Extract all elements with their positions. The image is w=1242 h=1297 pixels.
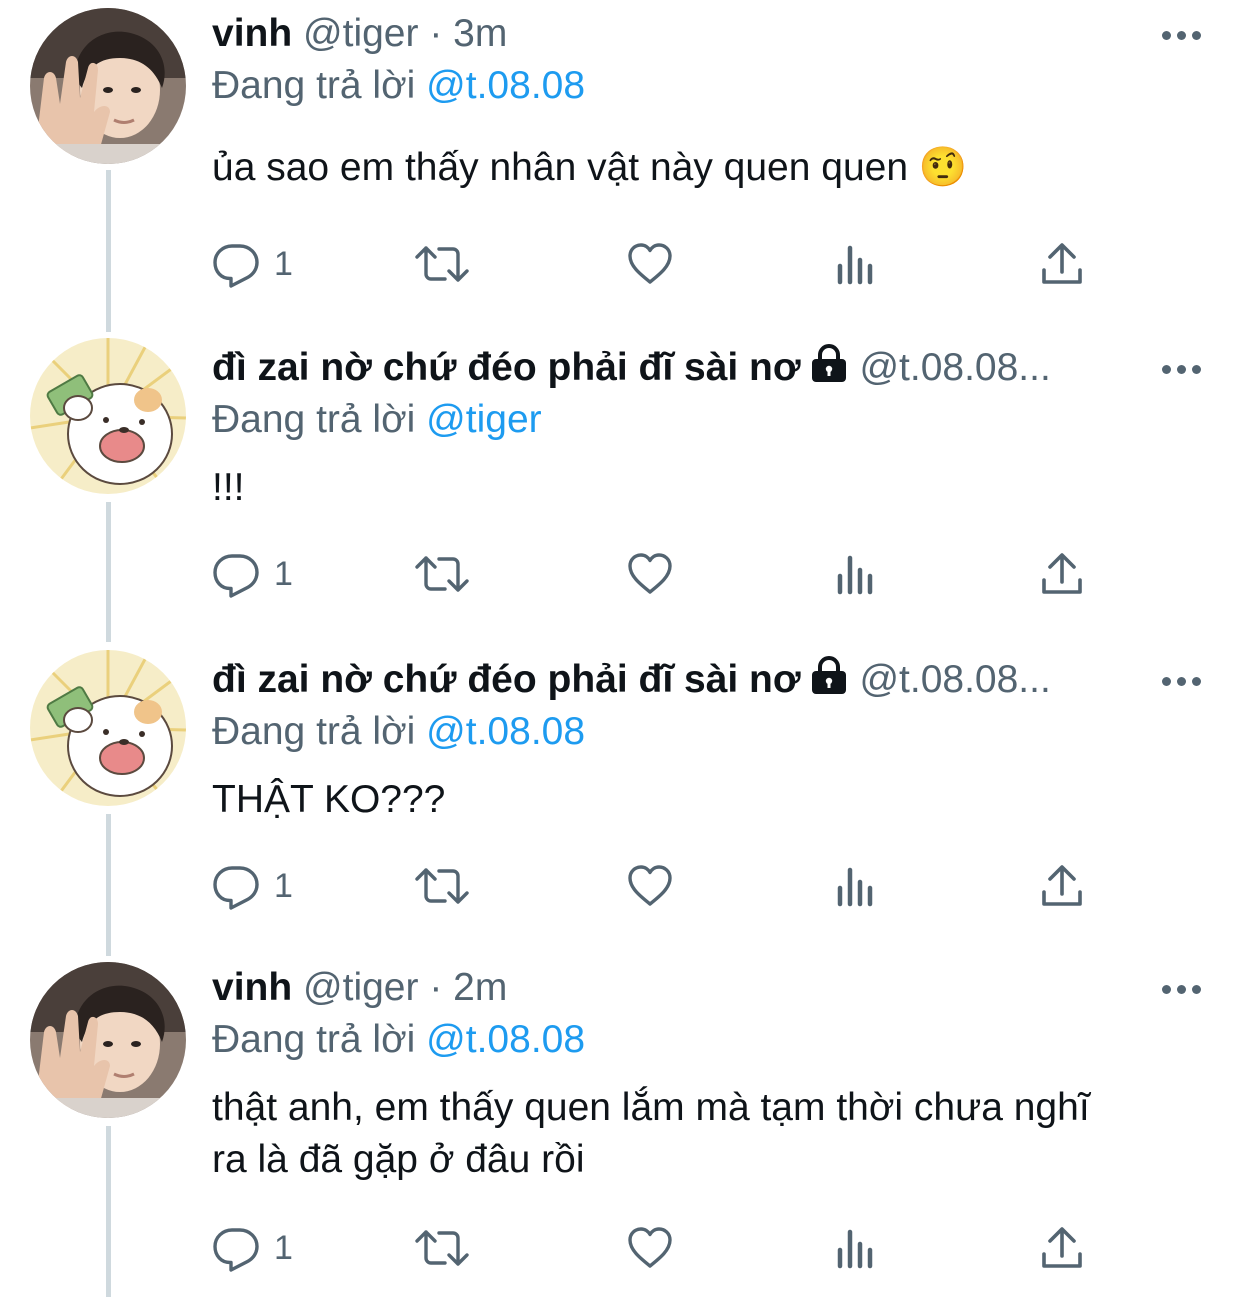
lock-icon xyxy=(809,344,849,384)
analytics-icon xyxy=(832,550,880,598)
reply-context: Đang trả lời @t.08.08 xyxy=(212,706,1202,758)
share-icon xyxy=(1038,550,1086,598)
retweet-button[interactable] xyxy=(414,1218,470,1278)
tweet-text: THẬT KO??? xyxy=(212,778,446,821)
tweet[interactable]: vinh @tiger · 3m Đang trả lời @t.08.08 ủ… xyxy=(0,0,1242,320)
retweet-icon xyxy=(414,1224,470,1272)
like-button[interactable] xyxy=(626,544,674,604)
more-options-icon[interactable] xyxy=(1162,344,1202,392)
reply-icon xyxy=(212,862,260,910)
retweet-icon xyxy=(414,550,470,598)
tweet-text: ủa sao em thấy nhân vật này quen quen 🤨 xyxy=(212,146,968,189)
views-button[interactable] xyxy=(832,544,880,604)
more-options-icon[interactable] xyxy=(1162,10,1202,58)
retweet-button[interactable] xyxy=(414,856,470,916)
reply-button[interactable]: 1 xyxy=(212,544,293,604)
analytics-icon xyxy=(832,1224,880,1272)
retweet-button[interactable] xyxy=(414,234,470,294)
tweet-text: thật anh, em thấy quen lắm mà tạm thời c… xyxy=(212,1082,1202,1186)
retweet-button[interactable] xyxy=(414,544,470,604)
heart-icon xyxy=(626,862,674,910)
separator: · xyxy=(429,12,443,55)
tweet-text: !!! xyxy=(212,466,245,509)
share-icon xyxy=(1038,862,1086,910)
analytics-icon xyxy=(832,240,880,288)
user-handle[interactable]: @t.08.08... xyxy=(859,346,1050,389)
display-name[interactable]: vinh xyxy=(212,966,292,1009)
mention-link[interactable]: @t.08.08 xyxy=(426,710,585,753)
like-button[interactable] xyxy=(626,1218,674,1278)
reply-context: Đang trả lời @t.08.08 xyxy=(212,60,1202,112)
action-bar: 1 xyxy=(212,234,1112,294)
display-name[interactable]: đì zai nờ chứ đéo phải đĩ sài nơ xyxy=(212,658,801,701)
share-button[interactable] xyxy=(1038,544,1086,604)
lock-icon xyxy=(809,656,849,696)
heart-icon xyxy=(626,1224,674,1272)
separator: · xyxy=(429,966,443,1009)
display-name[interactable]: vinh xyxy=(212,12,292,55)
reply-prefix: Đang trả lời xyxy=(212,710,416,753)
reply-icon xyxy=(212,550,260,598)
reply-icon xyxy=(212,1224,260,1272)
user-handle[interactable]: @tiger xyxy=(303,12,418,55)
mention-link[interactable]: @t.08.08 xyxy=(426,1018,585,1061)
action-bar: 1 xyxy=(212,1218,1112,1278)
tweet-header: vinh @tiger · 2m xyxy=(212,964,1202,1012)
like-button[interactable] xyxy=(626,234,674,294)
tweet-header: đì zai nờ chứ đéo phải đĩ sài nơ @t.08.0… xyxy=(212,656,1202,704)
tweet[interactable]: vinh @tiger · 2m Đang trả lời @t.08.08 t… xyxy=(0,954,1242,1297)
more-options-icon[interactable] xyxy=(1162,964,1202,1012)
views-button[interactable] xyxy=(832,856,880,916)
reply-context: Đang trả lời @t.08.08 xyxy=(212,1014,1202,1066)
user-handle[interactable]: @t.08.08... xyxy=(859,658,1050,701)
action-bar: 1 xyxy=(212,544,1112,604)
mention-link[interactable]: @t.08.08 xyxy=(426,64,585,107)
avatar[interactable] xyxy=(30,338,186,494)
tweet[interactable]: đì zai nờ chứ đéo phải đĩ sài nơ @t.08.0… xyxy=(0,642,1242,952)
analytics-icon xyxy=(832,862,880,910)
reply-context: Đang trả lời @tiger xyxy=(212,394,1202,446)
share-icon xyxy=(1038,240,1086,288)
action-bar: 1 xyxy=(212,856,1112,916)
reply-button[interactable]: 1 xyxy=(212,856,293,916)
retweet-icon xyxy=(414,240,470,288)
avatar[interactable] xyxy=(30,962,186,1118)
timestamp[interactable]: 2m xyxy=(453,966,507,1009)
timestamp[interactable]: 3m xyxy=(453,12,507,55)
views-button[interactable] xyxy=(832,1218,880,1278)
reply-prefix: Đang trả lời xyxy=(212,64,416,107)
reply-button[interactable]: 1 xyxy=(212,1218,293,1278)
share-button[interactable] xyxy=(1038,1218,1086,1278)
user-handle[interactable]: @tiger xyxy=(303,966,418,1009)
tweet[interactable]: đì zai nờ chứ đéo phải đĩ sài nơ @t.08.0… xyxy=(0,330,1242,640)
reply-count: 1 xyxy=(274,1228,293,1267)
tweet-text-line: thật anh, em thấy quen lắm mà tạm thời c… xyxy=(212,1086,1090,1129)
heart-icon xyxy=(626,240,674,288)
display-name[interactable]: đì zai nờ chứ đéo phải đĩ sài nơ xyxy=(212,346,801,389)
reply-count: 1 xyxy=(274,866,293,905)
mention-link[interactable]: @tiger xyxy=(426,398,541,441)
heart-icon xyxy=(626,550,674,598)
tweet-header: đì zai nờ chứ đéo phải đĩ sài nơ @t.08.0… xyxy=(212,344,1202,392)
more-options-icon[interactable] xyxy=(1162,656,1202,704)
like-button[interactable] xyxy=(626,856,674,916)
reply-count: 1 xyxy=(274,554,293,593)
retweet-icon xyxy=(414,862,470,910)
views-button[interactable] xyxy=(832,234,880,294)
reply-count: 1 xyxy=(274,244,293,283)
avatar[interactable] xyxy=(30,8,186,164)
reply-button[interactable]: 1 xyxy=(212,234,293,294)
reply-prefix: Đang trả lời xyxy=(212,398,416,441)
tweet-header: vinh @tiger · 3m xyxy=(212,10,1202,58)
share-icon xyxy=(1038,1224,1086,1272)
reply-icon xyxy=(212,240,260,288)
share-button[interactable] xyxy=(1038,856,1086,916)
avatar[interactable] xyxy=(30,650,186,806)
reply-prefix: Đang trả lời xyxy=(212,1018,416,1061)
tweet-text-line: ra là đã gặp ở đâu rồi xyxy=(212,1138,585,1181)
share-button[interactable] xyxy=(1038,234,1086,294)
